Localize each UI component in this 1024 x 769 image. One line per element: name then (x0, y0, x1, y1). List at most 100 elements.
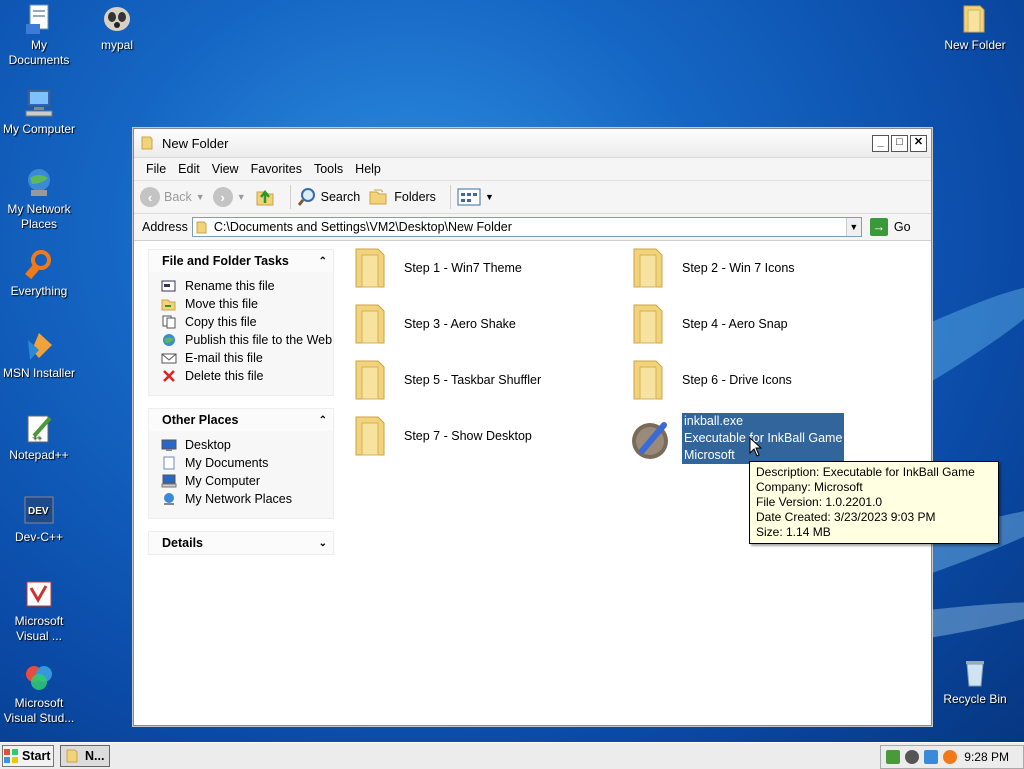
back-button[interactable]: ‹ Back ▼ (140, 187, 205, 207)
svg-text:++: ++ (32, 433, 42, 442)
folder-item[interactable]: Step 5 - Taskbar Shuffler (352, 357, 541, 403)
search-button[interactable]: Search (297, 187, 360, 207)
menu-favorites[interactable]: Favorites (251, 162, 302, 176)
mypal-icon (100, 2, 134, 36)
folder-item[interactable]: Step 6 - Drive Icons (630, 357, 792, 403)
file-name: inkball.exe (682, 413, 845, 430)
file-description: Executable for InkBall Game (682, 430, 845, 447)
notepad-plus-icon: ++ (22, 412, 56, 446)
taskbar-item-new-folder[interactable]: N... (60, 745, 110, 767)
desktop-icon-everything[interactable]: Everything (0, 248, 78, 299)
folder-item[interactable]: Step 7 - Show Desktop (352, 413, 532, 459)
folder-icon (355, 248, 385, 288)
collapse-icon[interactable]: ⌃ (319, 415, 327, 426)
mouse-cursor-icon (749, 437, 763, 457)
close-button[interactable]: ✕ (910, 135, 927, 152)
tray-everything-icon[interactable] (943, 750, 957, 764)
file-item-inkball[interactable]: inkball.exe Executable for InkBall Game … (630, 413, 845, 464)
my-computer-icon (161, 474, 177, 488)
svg-text:DEV: DEV (28, 506, 49, 517)
clock[interactable]: 9:28 PM (964, 750, 1009, 764)
task-delete[interactable]: Delete this file (161, 369, 333, 384)
views-button[interactable]: ▼ (457, 188, 494, 206)
desktop-icon-devcpp[interactable]: DEV Dev-C++ (0, 494, 78, 545)
copy-icon (162, 315, 176, 329)
delete-icon (163, 370, 175, 382)
folder-icon (66, 749, 78, 763)
menu-edit[interactable]: Edit (178, 162, 200, 176)
file-folder-tasks-header[interactable]: File and Folder Tasks ⌃ (149, 250, 333, 272)
folders-button[interactable]: Folders (368, 187, 436, 207)
expand-icon[interactable]: ⌄ (319, 538, 327, 549)
tray-sound-icon[interactable] (905, 750, 919, 764)
other-places-header[interactable]: Other Places ⌃ (149, 409, 333, 431)
forward-arrow-icon: › (212, 187, 233, 207)
tooltip-date: Date Created: 3/23/2023 9:03 PM (756, 510, 936, 524)
system-tray: 9:28 PM (880, 745, 1024, 769)
folder-icon (633, 360, 663, 400)
place-my-documents[interactable]: My Documents (161, 456, 333, 471)
menu-help[interactable]: Help (355, 162, 381, 176)
menu-tools[interactable]: Tools (314, 162, 343, 176)
network-places-icon (22, 166, 56, 200)
maximize-button[interactable]: □ (891, 135, 908, 152)
window-title: New Folder (162, 135, 229, 151)
desktop-icon-msn-installer[interactable]: MSN Installer (0, 330, 78, 381)
menu-bar: File Edit View Favorites Tools Help (134, 158, 931, 181)
search-icon (297, 188, 315, 206)
up-folder-button[interactable] (254, 186, 276, 208)
details-panel: Details ⌄ (148, 531, 334, 555)
start-button[interactable]: Start (2, 745, 54, 767)
desktop-icon-new-folder[interactable]: New Folder (936, 2, 1014, 53)
place-desktop[interactable]: Desktop (161, 438, 333, 453)
task-rename[interactable]: Rename this file (161, 279, 333, 294)
place-my-computer[interactable]: My Computer (161, 474, 333, 489)
title-bar[interactable]: New Folder _ □ ✕ (134, 129, 931, 158)
menu-file[interactable]: File (146, 162, 166, 176)
forward-button[interactable]: › ▼ (212, 187, 246, 207)
tooltip-company: Company: Microsoft (756, 480, 863, 494)
desktop-icon-recycle-bin[interactable]: Recycle Bin (936, 656, 1014, 707)
folder-icon (141, 136, 153, 150)
visual-studio-icon (22, 578, 56, 612)
folder-icon (355, 416, 385, 456)
tooltip-size: Size: 1.14 MB (756, 525, 831, 539)
globe-icon (163, 334, 175, 346)
address-dropdown-button[interactable]: ▼ (845, 218, 861, 236)
task-copy[interactable]: Copy this file (161, 315, 333, 330)
folder-item[interactable]: Step 4 - Aero Snap (630, 301, 788, 347)
desktop-icon-my-documents[interactable]: My Documents (0, 2, 78, 68)
folder-item[interactable]: Step 2 - Win 7 Icons (630, 245, 795, 291)
folder-item[interactable]: Step 3 - Aero Shake (352, 301, 516, 347)
tray-display-icon[interactable] (924, 750, 938, 764)
task-move[interactable]: Move this file (161, 297, 333, 312)
toolbar: ‹ Back ▼ › ▼ Search Folders ▼ (134, 181, 931, 214)
desktop-icon-my-computer[interactable]: My Computer (0, 86, 78, 137)
everything-icon (22, 248, 56, 282)
tray-network-icon[interactable] (886, 750, 900, 764)
folder-item[interactable]: Step 1 - Win7 Theme (352, 245, 522, 291)
other-places-panel: Other Places ⌃ Desktop My Documents My C… (148, 408, 334, 519)
collapse-icon[interactable]: ⌃ (319, 256, 327, 267)
desktop-icon-network-places[interactable]: My Network Places (0, 166, 78, 232)
desktop-icon-visual-1[interactable]: Microsoft Visual ... (0, 578, 78, 644)
desktop-icon-notepad-plus[interactable]: ++ Notepad++ (0, 412, 78, 463)
toolbar-separator (449, 185, 451, 209)
desktop-icon-mypal[interactable]: mypal (78, 2, 156, 53)
task-email[interactable]: E-mail this file (161, 351, 333, 366)
desktop-icon-visual-2[interactable]: Microsoft Visual Stud... (0, 660, 78, 726)
minimize-button[interactable]: _ (872, 135, 889, 152)
menu-view[interactable]: View (212, 162, 239, 176)
go-button[interactable]: → Go (869, 218, 911, 236)
network-places-icon (164, 493, 174, 505)
address-input[interactable]: C:\Documents and Settings\VM2\Desktop\Ne… (191, 217, 862, 237)
task-pane: File and Folder Tasks ⌃ Rename this file… (148, 249, 334, 567)
desktop-icon (161, 439, 177, 451)
task-publish[interactable]: Publish this file to the Web (161, 333, 333, 348)
windows-logo-icon (4, 749, 18, 763)
details-header[interactable]: Details ⌄ (149, 532, 333, 554)
selected-file-label: inkball.exe Executable for InkBall Game … (682, 413, 845, 464)
taskbar: Start N... 9:28 PM (0, 742, 1024, 769)
views-icon (457, 188, 481, 206)
place-my-network-places[interactable]: My Network Places (161, 492, 333, 507)
